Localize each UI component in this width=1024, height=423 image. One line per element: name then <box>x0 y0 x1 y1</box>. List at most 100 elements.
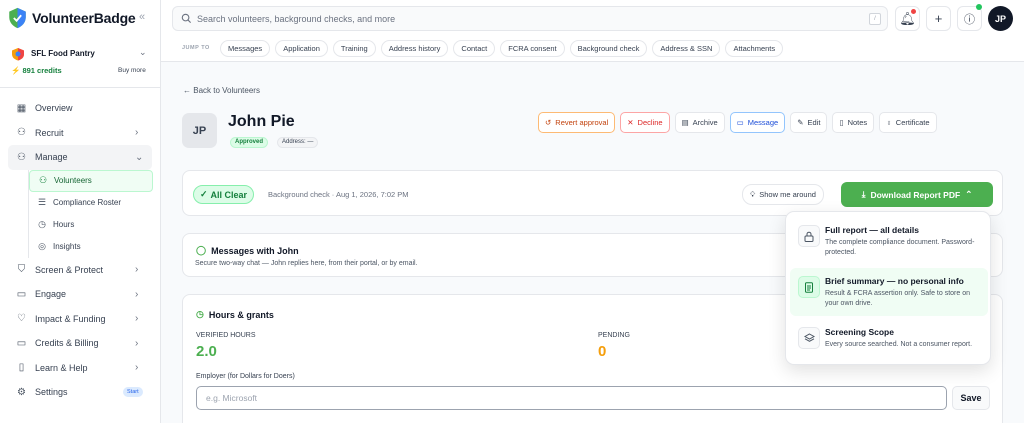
sidebar-item-compliance-roster[interactable]: ☰ Compliance Roster <box>29 192 160 214</box>
document-icon <box>798 276 820 298</box>
shield-logo-icon <box>9 7 26 29</box>
download-report-menu: Full report — all details The complete c… <box>785 211 991 365</box>
chevron-down-icon: ⌄ <box>139 47 147 57</box>
add-button[interactable]: + <box>926 6 951 31</box>
sidebar-item-label: Settings <box>35 387 68 398</box>
sidebar-item-settings[interactable]: ⚙ Settings Start <box>0 380 160 405</box>
sidebar-item-insights[interactable]: ◎ Insights <box>29 236 160 258</box>
menu-item-title: Screening Scope <box>825 327 894 337</box>
sidebar-item-label: Learn & Help <box>35 362 88 373</box>
edit-button[interactable]: ✎ Edit <box>790 112 828 133</box>
jump-background-check[interactable]: Background check <box>569 40 648 57</box>
sidebar-item-engage[interactable]: ▭ Engage › <box>0 282 160 307</box>
jump-training[interactable]: Training <box>332 40 376 57</box>
users-icon: ⚇ <box>17 151 26 163</box>
buy-more-link[interactable]: Buy more <box>118 67 146 74</box>
show-around-label: Show me around <box>759 190 816 199</box>
menu-item-title: Full report — all details <box>825 225 919 235</box>
start-badge: Start <box>123 387 143 397</box>
back-label: Back to Volunteers <box>193 86 260 95</box>
all-clear-label: All Clear <box>210 189 248 200</box>
messages-subtitle: Secure two-way chat — John replies here,… <box>195 260 418 267</box>
pending-value: 0 <box>598 343 607 360</box>
sidebar-item-label: Manage <box>35 152 68 163</box>
save-button[interactable]: Save <box>952 386 990 410</box>
sidebar-item-label: Hours <box>53 220 75 229</box>
show-me-around-button[interactable]: 💡︎ Show me around <box>742 184 824 205</box>
sidebar-item-credits-billing[interactable]: ▭ Credits & Billing › <box>0 331 160 356</box>
certificate-button[interactable]: ♁ Certificate <box>879 112 937 133</box>
jump-contact[interactable]: Contact <box>453 40 496 57</box>
chevron-right-icon: › <box>135 288 139 300</box>
user-avatar[interactable]: JP <box>988 6 1013 31</box>
menu-item-desc: Result & FCRA assertion only. Safe to st… <box>825 290 970 307</box>
sidebar-item-manage[interactable]: ⚇ Manage ⌄ <box>8 145 152 170</box>
hours-title-label: Hours & grants <box>208 309 274 320</box>
revert-approval-button[interactable]: ↺ Revert approval <box>538 112 616 133</box>
back-link[interactable]: ← Back to Volunteers <box>183 86 260 95</box>
lock-icon <box>798 225 820 247</box>
jump-address-ssn[interactable]: Address & SSN <box>652 40 721 57</box>
compass-icon: ◎ <box>38 241 46 251</box>
verified-hours-value: 2.0 <box>196 343 217 360</box>
heart-icon: ♡ <box>17 313 26 325</box>
menu-item-screening-scope[interactable]: Screening Scope Every source searched. N… <box>790 319 988 367</box>
sidebar-item-volunteers[interactable]: ⚇ Volunteers <box>29 169 153 192</box>
volunteer-name: John Pie <box>228 113 295 130</box>
brand[interactable]: VolunteerBadge <box>8 6 136 30</box>
chevron-right-icon: › <box>135 337 139 349</box>
online-status-dot <box>976 4 982 10</box>
jump-application[interactable]: Application <box>275 40 328 57</box>
sidebar-item-learn-help[interactable]: ▯ Learn & Help › <box>0 356 160 381</box>
menu-item-brief-summary[interactable]: Brief summary — no personal info Result … <box>790 268 988 316</box>
org-name: SFL Food Pantry <box>31 49 95 58</box>
clock-icon: ◷ <box>196 309 204 319</box>
chevron-right-icon: › <box>135 127 139 139</box>
clock-icon: ◷ <box>38 219 46 229</box>
plus-icon: + <box>934 11 943 26</box>
certificate-label: Certificate <box>895 118 930 127</box>
chevron-up-icon: ⌃ <box>965 189 973 199</box>
jump-fcra-consent[interactable]: FCRA consent <box>500 40 565 57</box>
notes-button[interactable]: ▯ Notes <box>832 112 875 133</box>
menu-item-title: Brief summary — no personal info <box>825 276 964 286</box>
decline-label: Decline <box>637 118 663 127</box>
brand-name: VolunteerBadge <box>32 10 136 26</box>
gear-icon: ⚙ <box>17 386 26 398</box>
download-report-button[interactable]: ⤓ Download Report PDF ⌃ <box>841 182 993 207</box>
verified-hours-label: VERIFIED HOURS <box>196 332 256 339</box>
jump-address-history[interactable]: Address history <box>380 40 449 57</box>
sidebar: VolunteerBadge « SFL Food Pantry ⌄ ⚡ 891… <box>0 0 161 423</box>
org-switcher[interactable]: SFL Food Pantry ⌄ ⚡ 891 credits Buy more <box>0 38 160 88</box>
sidebar-item-hours[interactable]: ◷ Hours <box>29 214 160 236</box>
help-icon: ⓘ <box>964 13 975 26</box>
sidebar-item-overview[interactable]: ▦ Overview <box>0 96 160 121</box>
jump-to-links: Messages Application Training Address hi… <box>220 40 784 57</box>
jump-messages[interactable]: Messages <box>220 40 271 57</box>
undo-icon: ↺ <box>545 118 552 127</box>
sidebar-item-recruit[interactable]: ⚇ Recruit › <box>0 121 160 146</box>
collapse-sidebar-icon[interactable]: « <box>139 11 145 23</box>
sidebar-item-label: Insights <box>53 242 81 251</box>
status-badge: Approved <box>230 137 269 148</box>
jump-attachments[interactable]: Attachments <box>725 40 784 57</box>
employer-input[interactable]: e.g. Microsoft <box>196 386 947 410</box>
archive-button[interactable]: ▤ Archive <box>674 112 725 133</box>
sidebar-item-label: Credits & Billing <box>35 338 99 349</box>
message-button[interactable]: ▭ Message <box>729 112 786 133</box>
messages-title: ◯ Messages with John <box>196 245 299 256</box>
notifications-button[interactable]: 🔔︎ <box>895 6 920 31</box>
check-circle-icon: ✓ <box>200 189 208 199</box>
sidebar-item-screen-protect[interactable]: ⛉ Screen & Protect › <box>0 258 160 283</box>
sidebar-item-label: Overview <box>35 103 73 114</box>
decline-button[interactable]: ✕ Decline <box>620 112 670 133</box>
chat-icon: ▭ <box>736 118 744 127</box>
search-icon <box>181 13 192 24</box>
chevron-down-icon: ⌄ <box>135 151 144 163</box>
book-icon: ▯ <box>18 362 25 374</box>
search-input[interactable]: Search volunteers, background checks, an… <box>172 6 888 31</box>
download-label: Download Report PDF <box>870 189 961 200</box>
sidebar-item-impact-funding[interactable]: ♡ Impact & Funding › <box>0 307 160 332</box>
menu-item-full-report[interactable]: Full report — all details The complete c… <box>790 217 988 265</box>
lightbulb-icon: 💡︎ <box>750 189 756 199</box>
